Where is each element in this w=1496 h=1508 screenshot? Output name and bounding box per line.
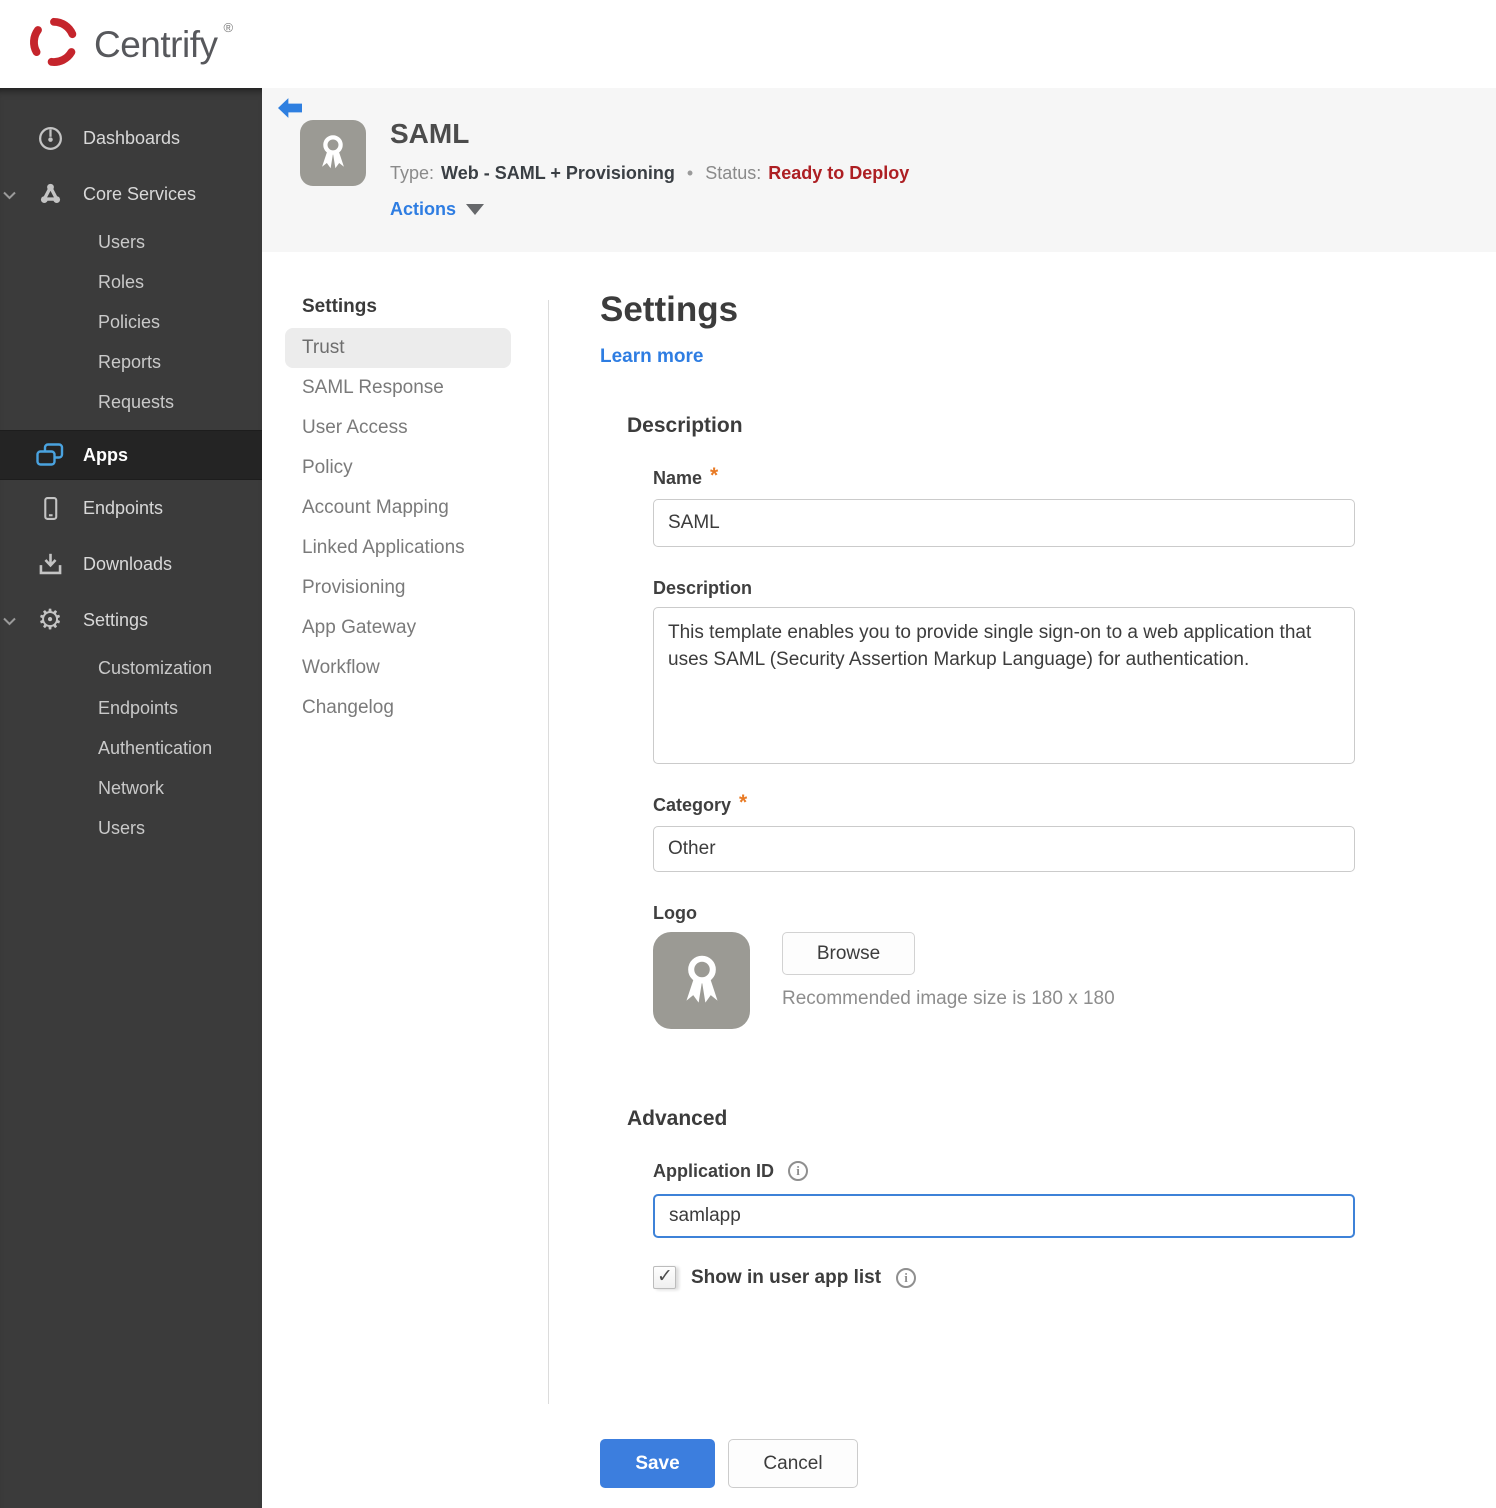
brand: Centrify ® — [26, 14, 233, 75]
type-value: Web - SAML + Provisioning — [441, 163, 675, 183]
description-label: Description — [653, 578, 753, 598]
app-logo-ribbon-icon — [300, 120, 366, 186]
sidebar-item-label: Downloads — [83, 553, 173, 574]
subnav-item-policy[interactable]: Policy — [285, 448, 511, 488]
category-label: Category * — [653, 791, 748, 815]
name-label: Name * — [653, 464, 719, 488]
logo-ribbon-icon — [653, 932, 750, 1029]
cancel-button[interactable]: Cancel — [728, 1439, 858, 1488]
app-meta: Type: Web - SAML + Provisioning • Status… — [390, 163, 909, 184]
type-label: Type: — [390, 163, 435, 183]
sidebar-item-label: Settings — [83, 609, 149, 630]
download-icon — [34, 551, 66, 578]
apps-icon — [34, 443, 66, 467]
sidebar-item-settings[interactable]: ⚙ Settings — [0, 592, 262, 648]
sidebar-item-label: Apps — [83, 444, 128, 465]
advanced-section-heading: Advanced — [627, 1107, 728, 1130]
chevron-down-icon — [3, 184, 16, 205]
info-icon[interactable]: i — [896, 1267, 917, 1288]
vertical-divider — [548, 300, 549, 1404]
phone-icon — [34, 495, 66, 522]
logo-label: Logo — [653, 903, 697, 923]
core-services-icon — [34, 181, 66, 208]
subnav-item-changelog[interactable]: Changelog — [285, 688, 511, 728]
status-badge: Ready to Deploy — [768, 163, 910, 183]
sidebar-item-requests[interactable]: Requests — [0, 382, 262, 422]
meta-separator: • — [686, 163, 694, 183]
recommended-size-text: Recommended image size is 180 x 180 — [782, 988, 1115, 1009]
subnav-item-provisioning[interactable]: Provisioning — [285, 568, 511, 608]
show-in-user-app-list-label: Show in user app list — [691, 1266, 882, 1288]
save-button[interactable]: Save — [600, 1439, 715, 1488]
category-input[interactable] — [653, 826, 1355, 872]
sidebar-item-label: Core Services — [83, 183, 197, 204]
actions-label: Actions — [390, 199, 457, 219]
registered-mark: ® — [223, 20, 234, 35]
subnav-item-trust[interactable]: Trust — [285, 328, 511, 368]
description-section-heading: Description — [627, 414, 743, 437]
sidebar-item-reports[interactable]: Reports — [0, 342, 262, 382]
description-textarea[interactable]: This template enables you to provide sin… — [653, 607, 1355, 764]
subnav-heading: Settings — [302, 296, 377, 317]
sidebar-item-downloads[interactable]: Downloads — [0, 536, 262, 592]
app-header: SAML Type: Web - SAML + Provisioning • S… — [262, 88, 1496, 252]
sidebar-item-label: Endpoints — [83, 497, 164, 518]
sidebar-item-network[interactable]: Network — [0, 768, 262, 808]
sidebar-item-dashboards[interactable]: Dashboards — [0, 110, 262, 166]
page-title: SAML — [390, 118, 470, 149]
application-id-input[interactable] — [653, 1194, 1355, 1238]
sidebar-item-label: Dashboards — [83, 127, 181, 148]
settings-subnav: Settings Trust SAML Response User Access… — [285, 296, 511, 728]
gear-icon: ⚙ — [37, 604, 63, 635]
sidebar-item-users[interactable]: Users — [0, 222, 262, 262]
sidebar-item-endpoints[interactable]: Endpoints — [0, 480, 262, 536]
sidebar-item-customization[interactable]: Customization — [0, 648, 262, 688]
caret-down-icon — [466, 204, 485, 215]
browse-button[interactable]: Browse — [782, 932, 915, 975]
learn-more-link[interactable]: Learn more — [600, 346, 703, 368]
required-asterisk: * — [739, 791, 748, 814]
sidebar-item-policies[interactable]: Policies — [0, 302, 262, 342]
centrify-logo-icon — [26, 14, 82, 75]
top-bar: Centrify ® — [0, 0, 1496, 88]
info-icon[interactable]: i — [788, 1161, 808, 1181]
panel-title: Settings — [600, 290, 739, 329]
brand-name: Centrify — [94, 23, 218, 65]
name-input[interactable] — [653, 499, 1355, 547]
sidebar-item-core-services[interactable]: Core Services — [0, 166, 262, 222]
subnav-item-linked-applications[interactable]: Linked Applications — [285, 528, 511, 568]
subnav-item-workflow[interactable]: Workflow — [285, 648, 511, 688]
gauge-icon — [34, 125, 66, 152]
subnav-item-app-gateway[interactable]: App Gateway — [285, 608, 511, 648]
required-asterisk: * — [710, 464, 719, 487]
status-label: Status: — [705, 163, 762, 183]
content-area: Settings Trust SAML Response User Access… — [262, 252, 1496, 1508]
sidebar-item-users-settings[interactable]: Users — [0, 808, 262, 848]
sidebar-item-apps[interactable]: Apps — [0, 430, 262, 480]
application-id-label: Application ID i — [653, 1160, 1380, 1182]
subnav-item-user-access[interactable]: User Access — [285, 408, 511, 448]
chevron-down-icon — [3, 610, 16, 631]
sidebar-item-endpoints-settings[interactable]: Endpoints — [0, 688, 262, 728]
back-arrow-icon[interactable] — [278, 98, 302, 118]
sidebar-item-authentication[interactable]: Authentication — [0, 728, 262, 768]
subnav-item-account-mapping[interactable]: Account Mapping — [285, 488, 511, 528]
sidebar-item-roles[interactable]: Roles — [0, 262, 262, 302]
subnav-item-saml-response[interactable]: SAML Response — [285, 368, 511, 408]
actions-dropdown[interactable]: Actions — [390, 199, 909, 220]
settings-panel: Settings Learn more Description Name * D… — [600, 292, 1380, 1488]
show-in-user-app-list-checkbox[interactable] — [653, 1265, 676, 1289]
sidebar: Dashboards Core Services Users Roles Pol… — [0, 88, 262, 1508]
